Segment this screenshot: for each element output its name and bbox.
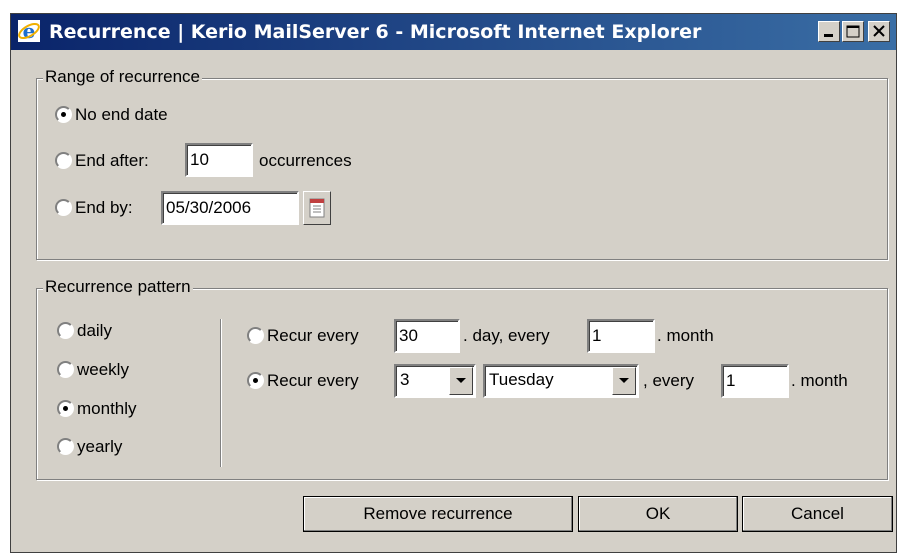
end-by-date-input[interactable]: 05/30/2006 [161,191,299,225]
close-icon [873,25,885,37]
maximize-button[interactable] [842,21,864,42]
remove-recurrence-button[interactable]: Remove recurrence [303,496,573,532]
occurrences-label: occurrences [259,151,352,170]
recur-every-day-option[interactable]: Recur every [247,324,397,348]
daily-option[interactable]: daily [57,319,177,343]
no-end-date-label: No end date [75,105,168,124]
svg-text:e: e [23,19,36,43]
weekly-radio[interactable] [57,361,74,378]
calendar-icon [309,198,325,218]
pattern-divider [220,319,222,467]
recur-every-day-label: Recur every [267,326,359,345]
no-end-date-option[interactable]: No end date [55,103,255,127]
daily-label: daily [77,321,112,340]
minimize-icon [824,34,833,37]
day-number-input[interactable]: 30 [394,319,460,353]
month-text-2: . month [791,371,848,390]
recur-every-day-radio[interactable] [247,327,264,344]
end-after-label: End after: [75,151,149,170]
maximize-icon [846,25,860,38]
day-every-text: . day, every [463,326,550,345]
recur-every-weekday-option[interactable]: Recur every [247,369,397,393]
ordinal-select[interactable]: 3 [394,364,476,398]
daily-radio[interactable] [57,322,74,339]
ordinal-dropdown-button[interactable] [449,367,473,395]
recur-every-weekday-radio[interactable] [247,372,264,389]
yearly-radio[interactable] [57,438,74,455]
every-text-2: , every [643,371,695,390]
monthly-radio[interactable] [57,400,74,417]
weekly-label: weekly [77,360,129,379]
title-bar[interactable]: e Recurrence | Kerio MailServer 6 - Micr… [11,14,896,50]
calendar-button[interactable] [303,191,331,225]
monthly-label: monthly [77,399,137,418]
no-end-date-radio[interactable] [55,106,72,123]
end-by-label: End by: [75,198,133,217]
window-title: Recurrence | Kerio MailServer 6 - Micros… [49,21,702,43]
chevron-down-icon [619,378,629,383]
month-interval-input-2[interactable]: 1 [721,364,789,398]
end-by-option[interactable]: End by: [55,196,175,220]
end-by-radio[interactable] [55,199,72,216]
end-after-option[interactable]: End after: [55,149,185,173]
weekday-value: Tuesday [489,370,554,389]
yearly-option[interactable]: yearly [57,435,177,459]
range-of-recurrence-group: Range of recurrence No end date End afte… [36,67,888,260]
month-interval-input-1[interactable]: 1 [587,319,655,353]
minimize-button[interactable] [818,21,840,42]
weekday-dropdown-button[interactable] [612,367,636,395]
ie-icon: e [18,19,40,43]
monthly-option[interactable]: monthly [57,397,177,421]
recurrence-pattern-group: Recurrence pattern daily weekly monthly … [36,277,888,480]
recur-every-weekday-label: Recur every [267,371,359,390]
close-button[interactable] [868,21,890,42]
weekly-option[interactable]: weekly [57,358,177,382]
pattern-legend: Recurrence pattern [43,277,193,297]
ordinal-value: 3 [400,370,410,389]
recurrence-dialog: e Recurrence | Kerio MailServer 6 - Micr… [10,13,897,553]
end-after-occurrences-input[interactable]: 10 [185,143,253,177]
ok-button[interactable]: OK [578,496,738,532]
month-text-1: . month [657,326,714,345]
range-legend: Range of recurrence [43,67,202,87]
weekday-select[interactable]: Tuesday [483,364,639,398]
cancel-button[interactable]: Cancel [742,496,893,532]
yearly-label: yearly [77,437,123,456]
end-after-radio[interactable] [55,152,72,169]
chevron-down-icon [456,378,466,383]
